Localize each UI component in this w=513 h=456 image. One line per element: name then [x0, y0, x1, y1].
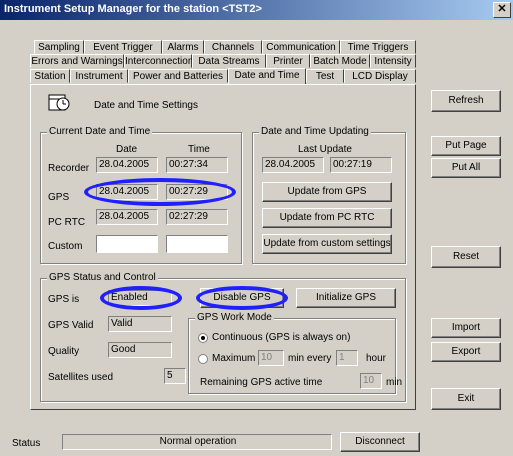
page-header: Date and Time Settings	[94, 100, 198, 111]
gps-valid-field: Valid	[108, 316, 172, 332]
row-label-gps: GPS	[48, 192, 70, 203]
close-button[interactable]: ✕	[493, 2, 511, 18]
custom-time-input[interactable]	[166, 235, 228, 253]
last-update-time: 00:27:19	[330, 157, 392, 173]
tab-communication[interactable]: Communication	[262, 40, 340, 54]
update-from-custom-button[interactable]: Update from custom settings	[262, 234, 392, 254]
row-label-recorder: Recorder	[48, 163, 90, 174]
col-time-header: Time	[188, 144, 210, 155]
hour-label: hour	[366, 353, 387, 364]
initialize-gps-button[interactable]: Initialize GPS	[296, 288, 396, 308]
put-page-button[interactable]: Put Page	[431, 136, 501, 156]
tab-errors-warnings[interactable]: Errors and Warnings	[30, 54, 124, 68]
remaining-label: Remaining GPS active time	[200, 377, 323, 388]
gps-date-field: 28.04.2005	[96, 184, 158, 200]
maximum-label: Maximum	[212, 353, 256, 364]
quality-field: Good	[108, 342, 172, 358]
quality-label: Quality	[48, 346, 80, 357]
tab-lcd-display[interactable]: LCD Display	[344, 69, 416, 83]
gps-time-field: 00:27:29	[166, 184, 228, 200]
title-bar: Instrument Setup Manager for the station…	[0, 0, 513, 20]
update-from-pc-rtc-button[interactable]: Update from PC RTC	[262, 208, 392, 228]
export-button[interactable]: Export	[431, 342, 501, 362]
tab-intensity[interactable]: Intensity	[370, 54, 416, 68]
clock-calendar-icon	[48, 92, 70, 112]
last-update-label: Last Update	[298, 144, 352, 155]
import-button[interactable]: Import	[431, 318, 501, 338]
exit-button[interactable]: Exit	[431, 388, 501, 410]
min-every-label: min every	[288, 353, 332, 364]
gps-is-field: Enabled	[108, 290, 172, 306]
tab-channels[interactable]: Channels	[204, 40, 262, 54]
disconnect-button[interactable]: Disconnect	[340, 432, 420, 452]
tab-date-time[interactable]: Date and Time	[228, 68, 306, 84]
custom-date-input[interactable]	[96, 235, 158, 253]
put-all-button[interactable]: Put All	[431, 158, 501, 178]
maximum-minutes-field[interactable]: 10	[258, 350, 284, 366]
continuous-label: Continuous (GPS is always on)	[212, 332, 351, 343]
tab-alarms[interactable]: Alarms	[162, 40, 204, 54]
satellites-label: Satellites used	[48, 372, 114, 383]
min-label: min	[386, 377, 403, 388]
pc-rtc-time-field: 02:27:29	[166, 209, 228, 225]
tab-time-triggers[interactable]: Time Triggers	[340, 40, 416, 54]
tab-printer[interactable]: Printer	[266, 54, 310, 68]
pc-rtc-date-field: 28.04.2005	[96, 209, 158, 225]
tab-event-trigger[interactable]: Event Trigger	[84, 40, 162, 54]
status-label: Status	[12, 438, 41, 449]
tab-power-batteries[interactable]: Power and Batteries	[128, 69, 228, 83]
col-date-header: Date	[116, 144, 138, 155]
remaining-field: 10	[360, 373, 382, 389]
status-field: Normal operation	[62, 434, 332, 450]
maximum-radio[interactable]	[198, 354, 208, 364]
every-hours-field[interactable]: 1	[336, 350, 358, 366]
window-title: Instrument Setup Manager for the station…	[4, 3, 262, 15]
last-update-date: 28.04.2005	[262, 157, 324, 173]
updating-group-legend: Date and Time Updating	[259, 126, 371, 137]
tab-interconnection[interactable]: Interconnection	[124, 54, 193, 68]
gps-is-label: GPS is	[48, 294, 80, 305]
tab-data-streams[interactable]: Data Streams	[192, 54, 266, 68]
disable-gps-button[interactable]: Disable GPS	[200, 288, 284, 308]
tab-test[interactable]: Test	[306, 69, 344, 83]
row-label-pc-rtc: PC RTC	[48, 217, 86, 228]
gps-group-legend: GPS Status and Control	[47, 272, 158, 283]
refresh-button[interactable]: Refresh	[431, 90, 501, 112]
update-from-gps-button[interactable]: Update from GPS	[262, 182, 392, 202]
work-mode-legend: GPS Work Mode	[195, 312, 274, 323]
tab-batch-mode[interactable]: Batch Mode	[310, 54, 370, 68]
tab-station[interactable]: Station	[30, 69, 70, 83]
row-label-custom: Custom	[48, 241, 83, 252]
current-group-legend: Current Date and Time	[47, 126, 153, 137]
satellites-field: 5	[164, 368, 186, 384]
gps-valid-label: GPS Valid	[48, 320, 94, 331]
recorder-time-field: 00:27:34	[166, 157, 228, 173]
tab-instrument[interactable]: Instrument	[70, 69, 128, 83]
reset-button[interactable]: Reset	[431, 246, 501, 268]
tab-sampling[interactable]: Sampling	[34, 40, 84, 54]
continuous-radio[interactable]	[198, 333, 208, 343]
recorder-date-field: 28.04.2005	[96, 157, 158, 173]
